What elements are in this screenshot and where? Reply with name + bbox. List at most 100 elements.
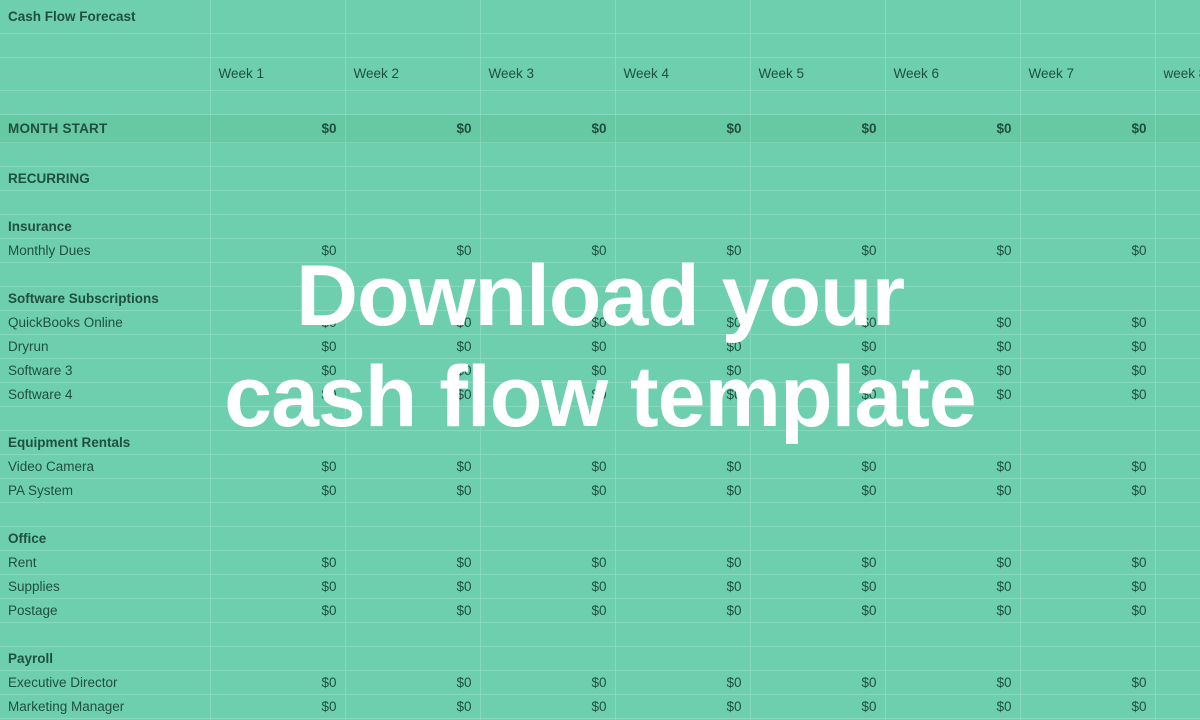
value-cell[interactable]: $0: [615, 694, 751, 719]
value-cell[interactable]: $0: [480, 382, 616, 407]
value-cell[interactable]: $0: [345, 574, 481, 599]
value-cell[interactable]: $0: [345, 358, 481, 383]
value-cell[interactable]: $0: [345, 238, 481, 263]
value-cell[interactable]: $0: [615, 574, 751, 599]
row-label[interactable]: Equipment Rentals: [0, 430, 211, 455]
value-cell[interactable]: $0: [615, 382, 751, 407]
value-cell[interactable]: $0: [885, 478, 1021, 503]
value-cell[interactable]: $0: [615, 670, 751, 695]
value-cell[interactable]: $0: [480, 598, 616, 623]
value-cell[interactable]: $0: [615, 238, 751, 263]
value-cell[interactable]: $0: [480, 334, 616, 359]
value-cell[interactable]: $0: [1020, 694, 1156, 719]
value-cell[interactable]: $0: [480, 550, 616, 575]
value-cell[interactable]: $0: [615, 334, 751, 359]
column-header-week-5[interactable]: Week 5: [750, 57, 886, 91]
value-cell[interactable]: $0: [210, 670, 346, 695]
row-label[interactable]: PA System: [0, 478, 211, 503]
value-cell[interactable]: $0: [1155, 382, 1200, 407]
value-cell[interactable]: $0: [1020, 478, 1156, 503]
value-cell[interactable]: $0: [750, 694, 886, 719]
column-header-week-7[interactable]: Week 7: [1020, 57, 1156, 91]
value-cell[interactable]: $0: [210, 598, 346, 623]
value-cell[interactable]: $0: [885, 334, 1021, 359]
value-cell[interactable]: $0: [885, 454, 1021, 479]
value-cell[interactable]: $0: [615, 598, 751, 623]
value-cell[interactable]: $0: [750, 310, 886, 335]
value-cell[interactable]: $0: [750, 238, 886, 263]
value-cell[interactable]: $0: [885, 310, 1021, 335]
row-label[interactable]: Executive Director: [0, 670, 211, 695]
row-label[interactable]: Rent: [0, 550, 211, 575]
value-cell[interactable]: $0: [345, 334, 481, 359]
row-label[interactable]: Software 3: [0, 358, 211, 383]
row-label[interactable]: RECURRING: [0, 166, 211, 191]
value-cell[interactable]: $0: [615, 310, 751, 335]
row-label[interactable]: Video Camera: [0, 454, 211, 479]
value-cell[interactable]: $0: [345, 694, 481, 719]
value-cell[interactable]: $0: [210, 478, 346, 503]
value-cell[interactable]: $0: [210, 454, 346, 479]
value-cell[interactable]: $0: [615, 478, 751, 503]
value-cell[interactable]: $0: [210, 334, 346, 359]
value-cell[interactable]: $0: [345, 670, 481, 695]
value-cell[interactable]: $0: [1155, 114, 1200, 143]
value-cell[interactable]: $0: [480, 358, 616, 383]
value-cell[interactable]: $0: [885, 598, 1021, 623]
row-label[interactable]: Payroll: [0, 646, 211, 671]
value-cell[interactable]: $0: [615, 454, 751, 479]
value-cell[interactable]: $0: [885, 114, 1021, 143]
value-cell[interactable]: $0: [480, 454, 616, 479]
value-cell[interactable]: $0: [750, 574, 886, 599]
value-cell[interactable]: $0: [615, 550, 751, 575]
value-cell[interactable]: $0: [1155, 334, 1200, 359]
value-cell[interactable]: $0: [750, 598, 886, 623]
value-cell[interactable]: $0: [1020, 550, 1156, 575]
value-cell[interactable]: $0: [885, 694, 1021, 719]
column-header-week-3[interactable]: Week 3: [480, 57, 616, 91]
value-cell[interactable]: $0: [615, 114, 751, 143]
value-cell[interactable]: $0: [210, 382, 346, 407]
column-header-week-8[interactable]: week 8: [1155, 57, 1200, 91]
value-cell[interactable]: $0: [1155, 310, 1200, 335]
value-cell[interactable]: $0: [885, 238, 1021, 263]
value-cell[interactable]: $0: [1020, 670, 1156, 695]
value-cell[interactable]: $0: [750, 478, 886, 503]
value-cell[interactable]: $0: [345, 598, 481, 623]
value-cell[interactable]: $0: [750, 550, 886, 575]
value-cell[interactable]: $0: [345, 454, 481, 479]
value-cell[interactable]: $0: [885, 358, 1021, 383]
value-cell[interactable]: $0: [1155, 694, 1200, 719]
value-cell[interactable]: $0: [1155, 478, 1200, 503]
value-cell[interactable]: $0: [885, 670, 1021, 695]
value-cell[interactable]: $0: [1020, 574, 1156, 599]
value-cell[interactable]: $0: [210, 238, 346, 263]
value-cell[interactable]: $0: [210, 550, 346, 575]
value-cell[interactable]: $0: [750, 454, 886, 479]
value-cell[interactable]: $0: [1020, 382, 1156, 407]
value-cell[interactable]: $0: [210, 574, 346, 599]
value-cell[interactable]: $0: [750, 334, 886, 359]
value-cell[interactable]: $0: [480, 114, 616, 143]
value-cell[interactable]: $0: [1155, 550, 1200, 575]
value-cell[interactable]: $0: [480, 478, 616, 503]
value-cell[interactable]: $0: [210, 694, 346, 719]
value-cell[interactable]: $0: [1155, 454, 1200, 479]
value-cell[interactable]: $0: [480, 694, 616, 719]
row-label[interactable]: Software Subscriptions: [0, 286, 211, 311]
value-cell[interactable]: $0: [615, 358, 751, 383]
value-cell[interactable]: $0: [210, 114, 346, 143]
value-cell[interactable]: $0: [750, 382, 886, 407]
column-header-week-2[interactable]: Week 2: [345, 57, 481, 91]
column-header-week-6[interactable]: Week 6: [885, 57, 1021, 91]
column-header-week-1[interactable]: Week 1: [210, 57, 346, 91]
row-label[interactable]: Software 4: [0, 382, 211, 407]
value-cell[interactable]: $0: [480, 238, 616, 263]
value-cell[interactable]: $0: [1020, 358, 1156, 383]
value-cell[interactable]: $0: [1020, 238, 1156, 263]
value-cell[interactable]: $0: [885, 574, 1021, 599]
value-cell[interactable]: $0: [480, 310, 616, 335]
value-cell[interactable]: $0: [1020, 454, 1156, 479]
value-cell[interactable]: $0: [1155, 598, 1200, 623]
value-cell[interactable]: $0: [345, 478, 481, 503]
